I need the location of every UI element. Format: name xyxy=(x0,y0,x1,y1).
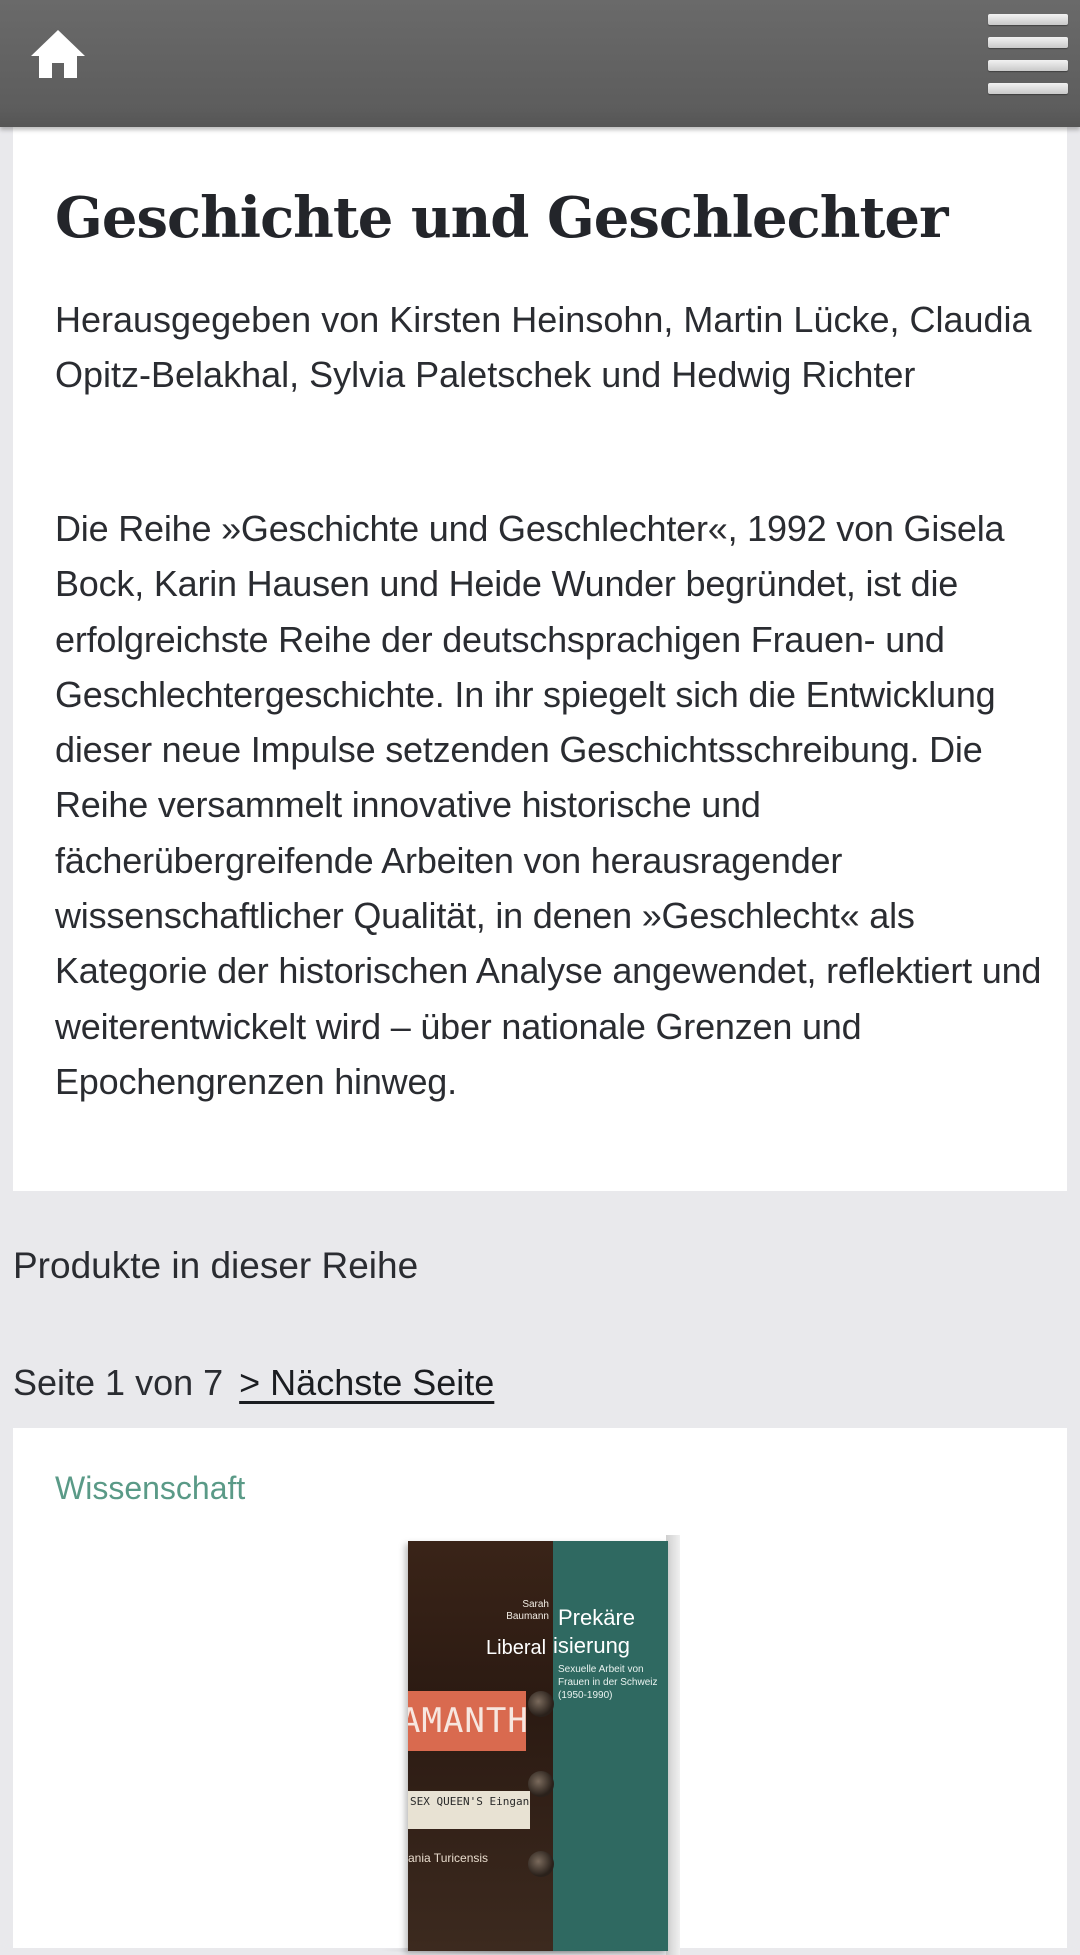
series-description: Die Reihe »Geschichte und Geschlechter«,… xyxy=(55,508,1042,1102)
cover-plaque: SEX QUEEN'S Eingang Nebenan xyxy=(408,1791,530,1829)
home-icon xyxy=(31,30,85,78)
cover-title-line-2: isierung xyxy=(553,1633,631,1658)
cover-title-line-1: Prekäre xyxy=(558,1605,636,1630)
cover-title-area xyxy=(553,1541,668,1951)
cover-neon-sign: AMANTHA xyxy=(408,1691,526,1751)
top-bar xyxy=(0,0,1080,127)
home-button[interactable] xyxy=(28,26,88,82)
door-knob-icon xyxy=(528,1691,554,1717)
products-heading: Produkte in dieser Reihe xyxy=(13,1245,419,1286)
cover-subtitle: Sexuelle Arbeit von Frauen in der Schwei… xyxy=(558,1664,658,1701)
pagination-status: Seite 1 von 7 xyxy=(13,1362,224,1403)
door-knob-icon xyxy=(528,1771,554,1797)
pagination: Seite 1 von 7 > Nächste Seite xyxy=(13,1362,494,1404)
product-card[interactable]: Wissenschaft AMANTHA SEX QUEEN'S Eingang… xyxy=(13,1428,1067,1955)
menu-bar-3 xyxy=(988,60,1068,71)
book-cover[interactable]: AMANTHA SEX QUEEN'S Eingang Nebenan ania… xyxy=(378,1531,680,1955)
hamburger-menu-button[interactable] xyxy=(988,14,1068,96)
book-page-edge xyxy=(666,1535,680,1955)
cover-series-text: ania Turicensis xyxy=(408,1851,489,1865)
product-category: Wissenschaft xyxy=(55,1470,246,1506)
cover-title-left: Liberal xyxy=(486,1637,547,1659)
series-editors: Herausgegeben von Kirsten Heinsohn, Mart… xyxy=(55,299,1032,395)
menu-bar-2 xyxy=(988,37,1068,48)
menu-bar-4 xyxy=(988,83,1068,94)
book-cover-image: AMANTHA SEX QUEEN'S Eingang Nebenan ania… xyxy=(408,1541,668,1951)
page-title: Geschichte und Geschlechter xyxy=(55,185,948,251)
cover-author: Sarah Baumann xyxy=(506,1599,549,1622)
next-page-link[interactable]: > Nächste Seite xyxy=(239,1362,494,1403)
series-intro-card: Geschichte und Geschlechter Herausgegebe… xyxy=(13,127,1067,1191)
menu-bar-1 xyxy=(988,14,1068,25)
